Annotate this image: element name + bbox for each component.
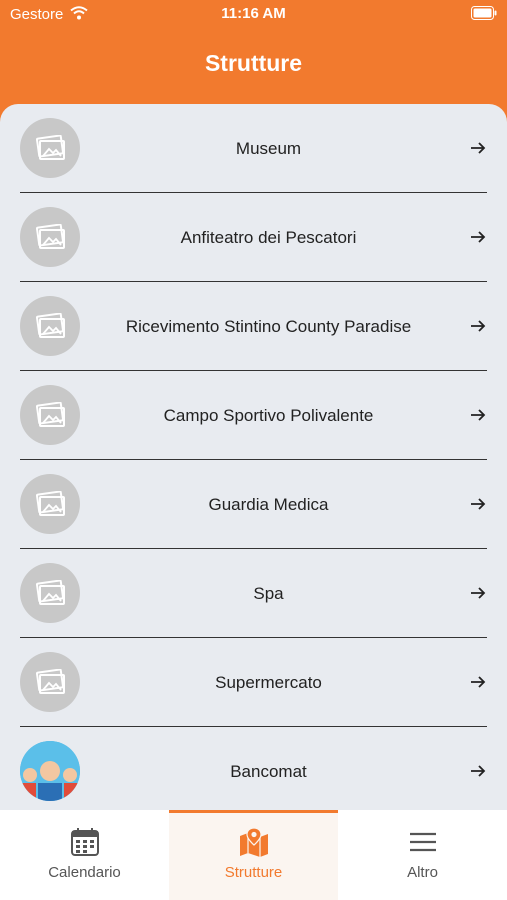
list-item-label: Ricevimento Stintino County Paradise [125, 317, 412, 336]
tab-label: Altro [407, 864, 438, 881]
list-item[interactable]: Anfiteatro dei Pescatori [0, 193, 507, 282]
list-item[interactable]: Spa [0, 549, 507, 638]
list-item[interactable]: Guardia Medica [0, 460, 507, 549]
list-item-label: Campo Sportivo Polivalente [163, 406, 374, 425]
list-item-label: Guardia Medica [208, 495, 329, 514]
arrow-right-icon[interactable] [469, 139, 487, 157]
arrow-right-icon[interactable] [469, 673, 487, 691]
arrow-right-icon[interactable] [469, 584, 487, 602]
image-placeholder-icon [20, 207, 80, 267]
clock-label: 11:16 AM [221, 5, 286, 22]
arrow-right-icon[interactable] [469, 228, 487, 246]
image-placeholder-icon [20, 563, 80, 623]
arrow-right-icon[interactable] [469, 495, 487, 513]
image-placeholder-icon [20, 118, 80, 178]
list-item-label: Supermercato [215, 673, 322, 692]
structures-list: Museum Anfiteatro dei Pescatori Ricevime… [0, 104, 507, 810]
active-tab-indicator [169, 810, 338, 813]
battery-icon [471, 6, 497, 20]
tab-label: Calendario [48, 864, 121, 881]
list-item[interactable]: Bancomat [0, 727, 507, 810]
tab-calendario[interactable]: Calendario [0, 810, 169, 900]
image-placeholder-icon [20, 474, 80, 534]
image-placeholder-icon [20, 652, 80, 712]
tab-label: Strutture [224, 864, 283, 881]
page-title: Strutture [204, 50, 303, 76]
arrow-right-icon[interactable] [469, 762, 487, 780]
list-item[interactable]: Supermercato [0, 638, 507, 727]
arrow-right-icon[interactable] [469, 317, 487, 335]
list-item-label: Bancomat [230, 762, 307, 781]
avatar [20, 741, 80, 801]
image-placeholder-icon [20, 385, 80, 445]
status-bar: Gestore 11:16 AM [0, 0, 507, 30]
calendar-icon [71, 828, 99, 856]
tab-altro[interactable]: Altro [338, 810, 507, 900]
tab-bar: Calendario Strutture Altro [0, 810, 507, 900]
image-placeholder-icon [20, 296, 80, 356]
list-item-label: Museum [235, 139, 302, 158]
list-item[interactable]: Ricevimento Stintino County Paradise [0, 282, 507, 371]
list-item[interactable]: Campo Sportivo Polivalente [0, 371, 507, 460]
list-item-label: Spa [253, 584, 284, 603]
list-item[interactable]: Museum [0, 104, 507, 193]
menu-icon [410, 832, 436, 852]
arrow-right-icon[interactable] [469, 406, 487, 424]
structures-list-container: Museum Anfiteatro dei Pescatori Ricevime… [0, 104, 507, 810]
tab-strutture[interactable]: Strutture [169, 810, 338, 900]
list-item-label: Anfiteatro dei Pescatori [180, 228, 357, 247]
map-pin-icon [240, 827, 268, 857]
